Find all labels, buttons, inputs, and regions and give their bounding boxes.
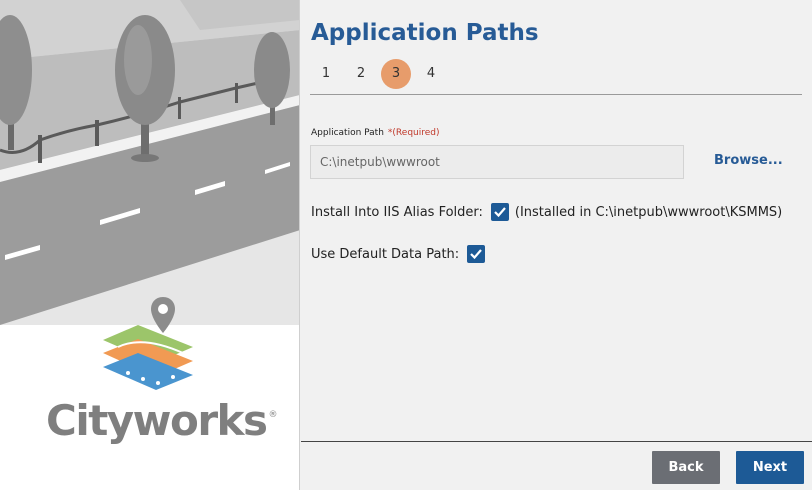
registered-mark: ®	[268, 410, 278, 420]
content-panel: Application Paths 1 2 3 4 Application Pa…	[301, 0, 812, 490]
step-indicator: 1 2 3 4	[311, 59, 451, 89]
iis-alias-option: Install Into IIS Alias Folder: (Installe…	[311, 203, 782, 221]
application-path-input[interactable]	[310, 145, 684, 179]
default-data-path-checkbox[interactable]	[467, 245, 486, 263]
checkmark-icon	[494, 207, 506, 218]
installer-window: Cityworks ® Application Paths 1 2 3 4 App…	[0, 0, 812, 490]
step-1[interactable]: 1	[311, 59, 341, 89]
browse-link[interactable]: Browse...	[714, 153, 783, 168]
step-2[interactable]: 2	[346, 59, 376, 89]
iis-alias-note: (Installed in C:\inetpub\wwwroot\KSMMS)	[514, 204, 783, 220]
illustration-panel: Cityworks ®	[0, 0, 300, 490]
page-title: Application Paths	[311, 20, 539, 46]
footer-divider	[301, 441, 812, 442]
iis-alias-label: Install Into IIS Alias Folder:	[311, 204, 483, 220]
default-data-path-option: Use Default Data Path:	[311, 245, 491, 263]
wordmark-text: Cityworks	[46, 396, 268, 445]
default-data-path-label: Use Default Data Path:	[311, 246, 460, 262]
back-button[interactable]: Back	[652, 451, 720, 484]
next-button[interactable]: Next	[736, 451, 804, 484]
step-4[interactable]: 4	[416, 59, 446, 89]
header-divider	[310, 94, 802, 95]
cityworks-wordmark: Cityworks ®	[46, 396, 278, 445]
required-indicator: *(Required)	[387, 128, 440, 138]
iis-alias-checkbox[interactable]	[490, 203, 509, 221]
application-path-label: Application Path *(Required)	[311, 128, 440, 138]
cityworks-logo-icon	[103, 297, 193, 390]
street-scene-illustration	[0, 0, 299, 325]
checkmark-icon	[470, 249, 483, 260]
step-3-active[interactable]: 3	[381, 59, 411, 89]
application-path-label-text: Application Path	[311, 128, 384, 138]
